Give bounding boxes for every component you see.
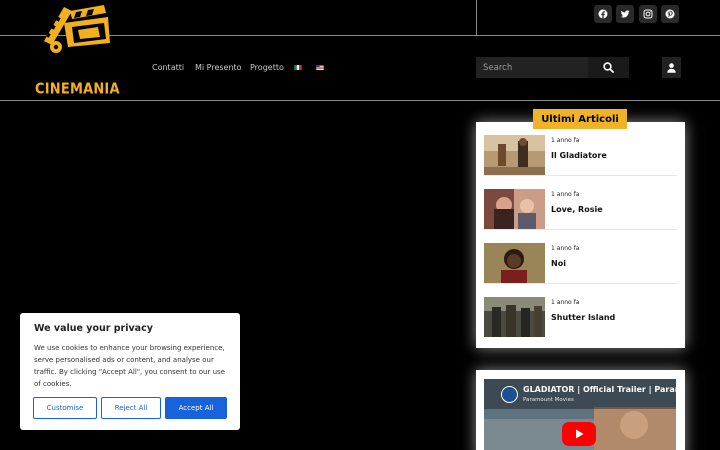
article-title[interactable]: Noi	[551, 259, 566, 268]
search-box	[476, 57, 588, 78]
play-icon	[576, 429, 584, 439]
article-item[interactable]: 1 anno fa Il Gladiatore	[476, 122, 685, 176]
youtube-video[interactable]: GLADIATOR | Official Trailer | Param Par…	[484, 379, 676, 450]
article-thumbnail[interactable]	[484, 243, 545, 283]
youtube-play-button[interactable]	[562, 422, 596, 446]
search-button[interactable]	[588, 57, 629, 78]
article-title[interactable]: Il Gladiatore	[551, 151, 607, 160]
pinterest-icon[interactable]	[661, 5, 679, 23]
channel-avatar[interactable]	[501, 386, 518, 403]
article-thumbnail[interactable]	[484, 189, 545, 229]
video-title[interactable]: GLADIATOR | Official Trailer | Param	[523, 385, 676, 394]
user-icon	[667, 62, 676, 73]
video-widget: GLADIATOR | Official Trailer | Param Par…	[476, 370, 685, 450]
topbar-divider	[476, 0, 477, 36]
video-channel[interactable]: Paramount Movies	[523, 397, 574, 403]
article-item[interactable]: 1 anno fa Noi	[476, 230, 685, 284]
search-icon	[603, 62, 614, 73]
facebook-icon[interactable]	[594, 5, 612, 23]
recent-articles-widget: 1 anno fa Il Gladiatore 1 anno fa Love, …	[476, 122, 685, 348]
account-button[interactable]	[662, 57, 681, 78]
cinemania-logo[interactable]	[34, 3, 116, 61]
article-date: 1 anno fa	[551, 191, 580, 198]
customise-button[interactable]: Customise	[33, 397, 97, 419]
accept-all-button[interactable]: Accept All	[165, 397, 227, 419]
article-thumbnail[interactable]	[484, 135, 545, 175]
article-date: 1 anno fa	[551, 137, 580, 144]
page: CINEMANIA Contatti Mi Presento Progetto	[0, 0, 720, 450]
italian-flag-icon[interactable]	[294, 65, 302, 70]
article-title[interactable]: Shutter Island	[551, 313, 615, 322]
article-title[interactable]: Love, Rosie	[551, 205, 603, 214]
nav-progetto[interactable]: Progetto	[250, 63, 284, 72]
article-date: 1 anno fa	[551, 299, 580, 306]
article-date: 1 anno fa	[551, 245, 580, 252]
reject-all-button[interactable]: Reject All	[101, 397, 161, 419]
instagram-icon[interactable]	[639, 5, 657, 23]
english-flag-icon[interactable]	[316, 65, 324, 70]
search-input[interactable]	[476, 57, 588, 78]
widget-title: Ultimi Articoli	[533, 109, 627, 129]
twitter-icon[interactable]	[616, 5, 634, 23]
article-item[interactable]: 1 anno fa Shutter Island	[476, 284, 685, 338]
nav-mi-presento[interactable]: Mi Presento	[195, 63, 242, 72]
nav-contatti[interactable]: Contatti	[152, 63, 184, 72]
cookie-text: We use cookies to enhance your browsing …	[34, 344, 225, 388]
cookie-consent-banner: We value your privacy We use cookies to …	[20, 313, 240, 430]
article-thumbnail[interactable]	[484, 297, 545, 337]
cookie-title: We value your privacy	[34, 323, 153, 334]
logo-text[interactable]: CINEMANIA	[35, 81, 120, 98]
article-item[interactable]: 1 anno fa Love, Rosie	[476, 176, 685, 230]
